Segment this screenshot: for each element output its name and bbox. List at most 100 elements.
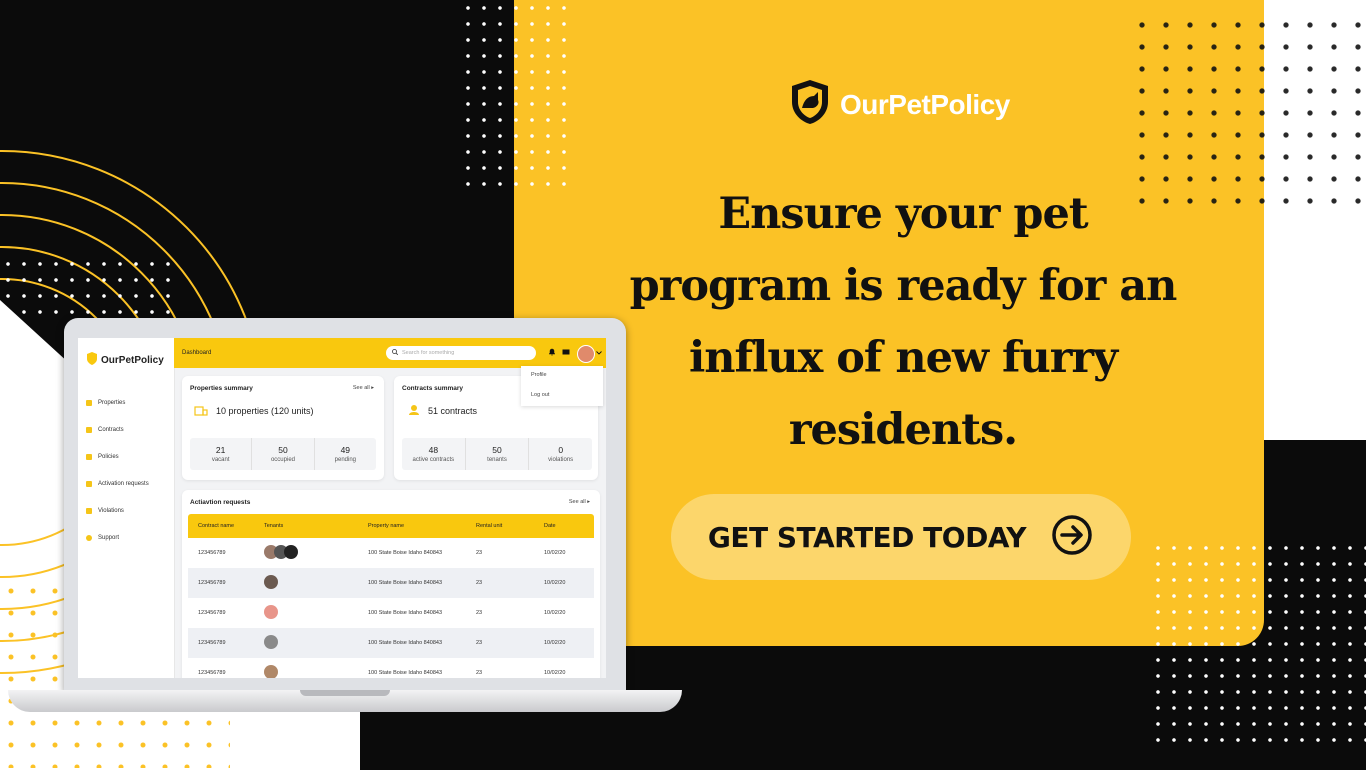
stat-active-contracts: 48 active contracts	[402, 438, 466, 470]
column-header[interactable]: Property name	[368, 523, 404, 529]
shield-dog-icon	[788, 78, 832, 131]
tenant-avatar	[264, 665, 278, 678]
cell-property: 100 State Boise Idaho 840843	[368, 550, 443, 556]
column-header[interactable]: Tenants	[264, 523, 283, 529]
users-icon	[86, 427, 92, 433]
app-sidebar: OurPetPolicy Properties Contracts Polici…	[78, 338, 175, 678]
sidebar-item-contracts[interactable]: Contracts	[86, 427, 124, 433]
sidebar-item-violations[interactable]: Violations	[86, 508, 124, 514]
cell-contract: 123456789	[198, 640, 226, 646]
cell-contract: 123456789	[198, 670, 226, 676]
laptop-notch	[300, 690, 390, 696]
document-icon	[86, 454, 92, 460]
app-logo-text: OurPetPolicy	[101, 354, 164, 366]
headline-line-2: program is ready for an	[629, 261, 1178, 311]
cell-contract: 123456789	[198, 610, 226, 616]
stat-vacant: 21 vacant	[190, 438, 253, 470]
arrow-right-circle-icon	[1050, 513, 1094, 562]
contracts-stats: 48 active contracts 50 tenants 0 violations	[402, 438, 592, 470]
cell-date: 10/02/20	[544, 580, 566, 586]
paw-icon	[86, 481, 92, 487]
search-input[interactable]: Search for something	[386, 346, 536, 360]
headline: Ensure your pet program is ready for an …	[600, 178, 1206, 466]
see-all-link[interactable]: See all ▸	[569, 499, 590, 505]
cell-unit: 23	[476, 580, 483, 586]
sidebar-item-activation-requests[interactable]: Activation requests	[86, 481, 149, 487]
column-header[interactable]: Rental unit	[476, 523, 502, 529]
tenant-avatar	[284, 545, 298, 559]
see-all-link[interactable]: See all ▸	[353, 385, 374, 391]
cell-unit: 23	[476, 670, 483, 676]
cell-unit: 23	[476, 610, 483, 616]
profile-dropdown: Profile Log out	[521, 366, 603, 406]
dashboard-app: OurPetPolicy Properties Contracts Polici…	[78, 338, 606, 678]
mail-icon[interactable]	[562, 348, 570, 356]
menu-item-logout[interactable]: Log out	[531, 392, 549, 398]
card-title: Contracts summary	[402, 385, 464, 392]
sidebar-item-label: Properties	[98, 400, 126, 406]
table-row[interactable]: 123456789 100 State Boise Idaho 840843 2…	[188, 538, 594, 568]
headline-line-4: residents.	[788, 405, 1018, 455]
cell-unit: 23	[476, 640, 483, 646]
building-icon	[194, 404, 208, 418]
dot-pattern-left	[0, 256, 172, 326]
tenant-avatar	[264, 635, 278, 649]
cell-date: 10/02/20	[544, 610, 566, 616]
card-title: Properties summary	[190, 385, 253, 392]
sidebar-item-label: Contracts	[98, 427, 124, 433]
table-row[interactable]: 123456789 100 State Boise Idaho 840843 2…	[188, 658, 594, 678]
cell-property: 100 State Boise Idaho 840843	[368, 670, 443, 676]
sidebar-item-label: Policies	[98, 454, 119, 460]
menu-item-profile[interactable]: Profile	[531, 372, 547, 378]
stat-tenants: 50 tenants	[466, 438, 530, 470]
cell-property: 100 State Boise Idaho 840843	[368, 640, 443, 646]
user-add-icon	[406, 404, 420, 418]
app-topbar: Dashboard Search for something	[174, 338, 606, 368]
brand-name: OurPetPolicy	[840, 88, 1010, 120]
activation-requests-card: Actiavtion requests See all ▸ Contract n…	[182, 490, 600, 678]
clipboard-icon	[86, 508, 92, 514]
cell-property: 100 State Boise Idaho 840843	[368, 580, 443, 586]
page-title: Dashboard	[182, 350, 212, 356]
chevron-down-icon[interactable]	[596, 350, 604, 358]
cell-property: 100 State Boise Idaho 840843	[368, 610, 443, 616]
brand-logo[interactable]: OurPetPolicy	[788, 78, 1010, 131]
stat-occupied: 50 occupied	[252, 438, 315, 470]
help-icon	[86, 535, 92, 541]
bell-icon[interactable]	[548, 348, 556, 356]
sidebar-item-policies[interactable]: Policies	[86, 454, 119, 460]
cell-contract: 123456789	[198, 550, 226, 556]
table-header: Contract name Tenants Property name Rent…	[188, 514, 594, 538]
column-header[interactable]: Contract name	[198, 523, 234, 529]
cell-contract: 123456789	[198, 580, 226, 586]
table-row[interactable]: 123456789 100 State Boise Idaho 840843 2…	[188, 598, 594, 628]
get-started-button[interactable]: GET STARTED TODAY	[671, 494, 1131, 580]
table-row[interactable]: 123456789 100 State Boise Idaho 840843 2…	[188, 628, 594, 658]
table-row[interactable]: 123456789 100 State Boise Idaho 840843 2…	[188, 568, 594, 598]
home-icon	[86, 400, 92, 406]
properties-summary-card: Properties summary See all ▸ 10 properti…	[182, 376, 384, 480]
dot-pattern-top	[460, 0, 570, 190]
sidebar-item-label: Support	[98, 535, 120, 541]
contracts-count-text: 51 contracts	[428, 406, 478, 416]
cell-unit: 23	[476, 550, 483, 556]
dot-pattern-bottom-right	[1150, 540, 1366, 750]
app-shield-icon	[86, 352, 98, 368]
cell-date: 10/02/20	[544, 670, 566, 676]
headline-line-1: Ensure your pet	[718, 189, 1088, 239]
sidebar-item-support[interactable]: Support	[86, 535, 119, 541]
sidebar-item-properties[interactable]: Properties	[86, 400, 125, 406]
cell-date: 10/02/20	[544, 640, 566, 646]
sidebar-item-label: Activation requests	[98, 481, 149, 487]
app-logo[interactable]: OurPetPolicy	[86, 352, 164, 368]
stat-pending: 49 pending	[334, 445, 356, 463]
avatar[interactable]	[577, 345, 595, 363]
column-header[interactable]: Date	[544, 523, 556, 529]
card-title: Actiavtion requests	[190, 499, 251, 506]
tenant-avatar	[264, 605, 278, 619]
properties-count: 10 properties (120 units)	[194, 404, 314, 418]
headline-line-3: influx of new furry	[688, 333, 1118, 383]
sidebar-item-label: Violations	[98, 508, 124, 514]
search-icon	[392, 349, 399, 357]
search-placeholder: Search for something	[402, 350, 455, 356]
